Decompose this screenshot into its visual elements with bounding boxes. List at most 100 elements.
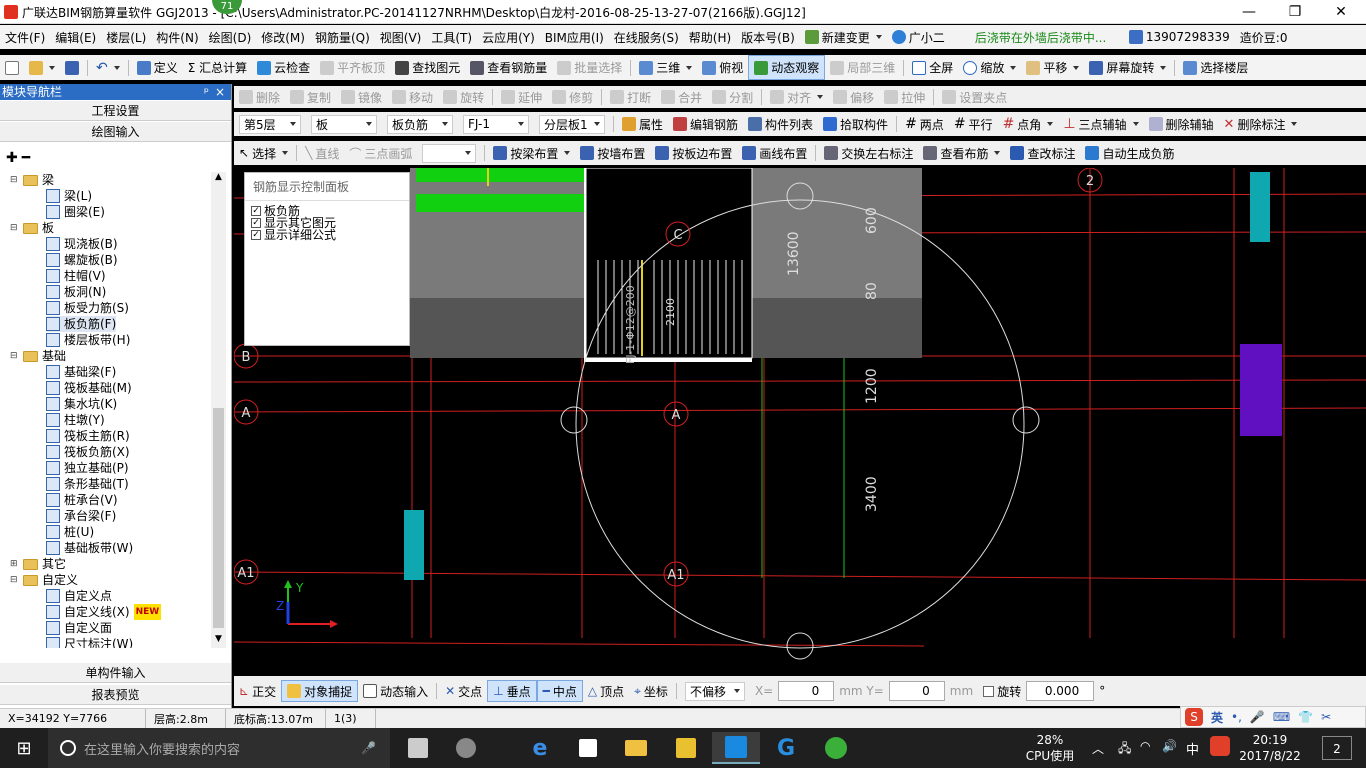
scroll-up-icon[interactable]: ▲: [211, 172, 226, 186]
checkbox-icon[interactable]: ✓: [251, 206, 261, 216]
delete-annotation-button[interactable]: ✕ 删除标注: [1219, 112, 1303, 136]
slab-edge-right[interactable]: [752, 298, 922, 358]
tree-item[interactable]: 集水坑(K): [46, 396, 117, 412]
menu-floor[interactable]: 楼层(L): [101, 25, 151, 49]
collapse-all-icon[interactable]: ━: [22, 150, 30, 166]
tree-item[interactable]: 柱帽(V): [46, 268, 106, 284]
microphone-icon[interactable]: 🎤: [361, 741, 376, 755]
notification-center[interactable]: 2: [1322, 736, 1352, 760]
3d-view-button[interactable]: 三维: [634, 55, 697, 80]
screen-rotate-button[interactable]: 屏幕旋转: [1084, 55, 1171, 80]
tree-item[interactable]: 圈梁(E): [46, 204, 105, 220]
tree-item[interactable]: 螺旋板(B): [46, 252, 118, 268]
place-by-beam-button[interactable]: 按梁布置: [488, 141, 575, 165]
object-snap-toggle[interactable]: 对象捕捉: [281, 680, 359, 702]
parallel-axis-button[interactable]: # 平行: [949, 112, 998, 136]
checkbox-icon[interactable]: ✓: [251, 230, 261, 240]
expand-toggle-icon[interactable]: ⊟: [10, 172, 19, 188]
extend-button[interactable]: 延伸: [496, 86, 547, 108]
menu-new-change[interactable]: 新建变更: [800, 25, 887, 49]
ime-mode[interactable]: 英: [1211, 709, 1223, 726]
new-file-button[interactable]: [0, 55, 24, 80]
tree-item[interactable]: 基础梁(F): [46, 364, 116, 380]
report-preview-button[interactable]: 报表预览: [0, 684, 231, 705]
orbit-handle-bottom[interactable]: [786, 632, 814, 660]
undo-button[interactable]: ↶: [91, 55, 125, 80]
tree-folder[interactable]: ⊟ 自定义: [10, 572, 78, 588]
vertex-snap-toggle[interactable]: △ 顶点: [583, 680, 629, 702]
tools-icon[interactable]: ✂: [1321, 710, 1331, 724]
network-icon[interactable]: 🖧: [1118, 739, 1131, 760]
taskbar-app-g[interactable]: G: [762, 732, 810, 764]
category-select[interactable]: 板: [311, 114, 377, 134]
tree-item[interactable]: 桩(U): [46, 524, 94, 540]
cpu-usage[interactable]: 28% CPU使用: [1020, 732, 1080, 764]
perpendicular-snap-toggle[interactable]: ⊥ 垂点: [487, 680, 537, 702]
open-file-button[interactable]: [24, 55, 60, 80]
view-rebar-quantity-button[interactable]: 查看钢筋量: [465, 55, 552, 80]
tree-item[interactable]: 自定义面: [46, 620, 112, 636]
find-element-button[interactable]: 查找图元: [390, 55, 465, 80]
taskbar-app-green[interactable]: [812, 732, 860, 764]
taskbar-app-1[interactable]: [394, 732, 442, 764]
tree-item[interactable]: 柱墩(Y): [46, 412, 105, 428]
tree-item[interactable]: 尺寸标注(W): [46, 636, 133, 648]
expand-all-icon[interactable]: ✚: [6, 150, 18, 166]
merge-button[interactable]: 合并: [656, 86, 707, 108]
select-tool-button[interactable]: ↖ 选择: [234, 141, 293, 165]
ortho-toggle[interactable]: ⊾ 正交: [234, 680, 281, 702]
tree-item[interactable]: 条形基础(T): [46, 476, 129, 492]
intersection-snap-toggle[interactable]: ✕ 交点: [440, 680, 487, 702]
ime-language[interactable]: 中: [1186, 739, 1199, 758]
menu-edit[interactable]: 编辑(E): [50, 25, 101, 49]
coordinate-snap-toggle[interactable]: ⌖ 坐标: [629, 680, 673, 702]
tree-item[interactable]: 板洞(N): [46, 284, 106, 300]
flush-slab-top-button[interactable]: 平齐板顶: [315, 55, 390, 80]
expand-toggle-icon[interactable]: ⊟: [10, 348, 19, 364]
column-cyan-top[interactable]: [1250, 172, 1270, 242]
skin-icon[interactable]: 👕: [1298, 710, 1313, 724]
sogou-logo-icon[interactable]: S: [1185, 708, 1203, 726]
auto-generate-neg-rebar-button[interactable]: 自动生成负筋: [1080, 141, 1179, 165]
zoom-button[interactable]: 缩放: [958, 55, 1021, 80]
component-type-select[interactable]: 板负筋: [387, 114, 453, 134]
local-3d-button[interactable]: 局部三维: [825, 55, 900, 80]
draw-line-place-button[interactable]: 画线布置: [737, 141, 812, 165]
swap-annotation-button[interactable]: 交换左右标注: [819, 141, 918, 165]
delete-button[interactable]: 删除: [234, 86, 285, 108]
pick-component-button[interactable]: 拾取构件: [818, 112, 893, 136]
tree-item[interactable]: 筏板基础(M): [46, 380, 132, 396]
menu-rebar-quantity[interactable]: 钢筋量(Q): [310, 25, 375, 49]
two-point-axis-button[interactable]: # 两点: [900, 112, 949, 136]
scroll-down-icon[interactable]: ▼: [211, 634, 226, 648]
pin-icon[interactable]: ᵖ: [204, 84, 209, 100]
menu-help[interactable]: 帮助(H): [684, 25, 736, 49]
fullscreen-button[interactable]: 全屏: [907, 55, 958, 80]
set-grip-button[interactable]: 设置夹点: [937, 86, 1012, 108]
cost-beans[interactable]: 造价豆:0: [1235, 25, 1293, 49]
element-select[interactable]: FJ-1: [463, 114, 529, 134]
rotate-button[interactable]: 旋转: [438, 86, 489, 108]
clock[interactable]: 20:19 2017/8/22: [1234, 732, 1306, 764]
tree-item[interactable]: 独立基础(P): [46, 460, 129, 476]
mirror-button[interactable]: 镜像: [336, 86, 387, 108]
properties-button[interactable]: 属性: [617, 112, 668, 136]
y-offset-input[interactable]: 0: [888, 681, 945, 701]
tray-chevron-icon[interactable]: ︿: [1092, 740, 1104, 757]
volume-icon[interactable]: 🔊: [1162, 739, 1177, 753]
place-by-slab-edge-button[interactable]: 按板边布置: [650, 141, 737, 165]
x-offset-input[interactable]: 0: [778, 681, 835, 701]
summary-calc-button[interactable]: Σ 汇总计算: [183, 55, 252, 80]
three-point-arc-button[interactable]: ⌒ 三点画弧: [344, 141, 417, 165]
menu-version[interactable]: 版本号(B): [736, 25, 800, 49]
tree-item[interactable]: 板受力筋(S): [46, 300, 129, 316]
green-beam-bottom[interactable]: [416, 194, 584, 212]
tree-item[interactable]: 自定义点: [46, 588, 112, 604]
project-settings-button[interactable]: 工程设置: [0, 100, 231, 121]
wifi-icon[interactable]: ◠: [1140, 739, 1150, 753]
component-list-button[interactable]: 构件列表: [743, 112, 818, 136]
keyboard-icon[interactable]: ⌨: [1273, 710, 1290, 724]
taskbar-ggj-app[interactable]: [712, 732, 760, 764]
edit-rebar-button[interactable]: 编辑钢筋: [668, 112, 743, 136]
taskbar-store[interactable]: [564, 732, 612, 764]
